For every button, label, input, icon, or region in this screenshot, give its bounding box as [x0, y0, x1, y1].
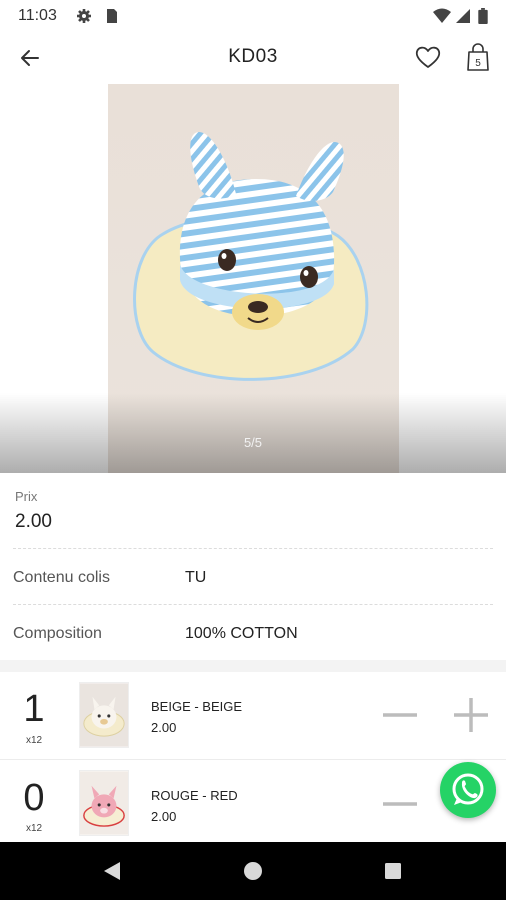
variant-thumbnail-rouge: [79, 770, 129, 836]
detail-label-composition: Composition: [13, 625, 102, 642]
heart-icon[interactable]: [414, 43, 442, 71]
divider: [13, 548, 493, 549]
variant-pack-size: x12: [25, 735, 43, 746]
detail-value-composition: 100% COTTON: [185, 625, 298, 642]
variant-row-rouge: 0 x12 ROUGE - RED 2.00: [0, 760, 506, 846]
app-bar: KD03 5: [0, 32, 506, 84]
sim-card-icon: [107, 9, 117, 23]
decrease-quantity-button[interactable]: [380, 784, 420, 824]
gallery-page-counter: 5/5: [243, 435, 263, 450]
signal-icon: [456, 9, 470, 23]
gear-icon: [77, 9, 91, 23]
variant-row-beige: 1 x12 BEIGE - BEIGE 2.00: [0, 672, 506, 758]
variant-name: BEIGE - BEIGE: [151, 699, 243, 714]
variant-quantity: 1: [23, 688, 45, 730]
variant-name: ROUGE - RED: [151, 788, 238, 803]
shopping-bag-icon: 5: [467, 43, 489, 71]
battery-icon: [478, 8, 488, 24]
variant-pack-size: x12: [25, 823, 43, 834]
product-gallery[interactable]: 5/5: [0, 84, 506, 473]
cart-count-badge: 5: [475, 58, 481, 69]
increase-quantity-button[interactable]: [450, 694, 492, 736]
cart-button[interactable]: 5: [464, 42, 492, 72]
divider: [13, 604, 493, 605]
price-label: Prix: [15, 489, 38, 504]
gallery-overlay: [0, 393, 506, 473]
nav-back-icon[interactable]: [100, 859, 124, 883]
price-value: 2.00: [15, 511, 52, 532]
nav-recent-apps-icon[interactable]: [384, 862, 402, 880]
whatsapp-icon: [452, 773, 484, 805]
detail-value-contenu-colis: TU: [185, 569, 207, 586]
status-time: 11:03: [18, 7, 57, 24]
variant-quantity: 0: [23, 777, 45, 819]
variant-price: 2.00: [151, 720, 177, 735]
variant-thumbnail-beige: [79, 682, 129, 748]
nav-home-icon[interactable]: [243, 861, 263, 881]
whatsapp-button[interactable]: [440, 762, 496, 818]
system-navigation-bar: [0, 842, 506, 900]
section-separator: [0, 660, 506, 672]
variant-price: 2.00: [151, 809, 177, 824]
wifi-icon: [433, 8, 451, 23]
detail-label-contenu-colis: Contenu colis: [13, 569, 110, 586]
status-bar: 11:03: [0, 0, 506, 32]
decrease-quantity-button[interactable]: [380, 695, 420, 735]
